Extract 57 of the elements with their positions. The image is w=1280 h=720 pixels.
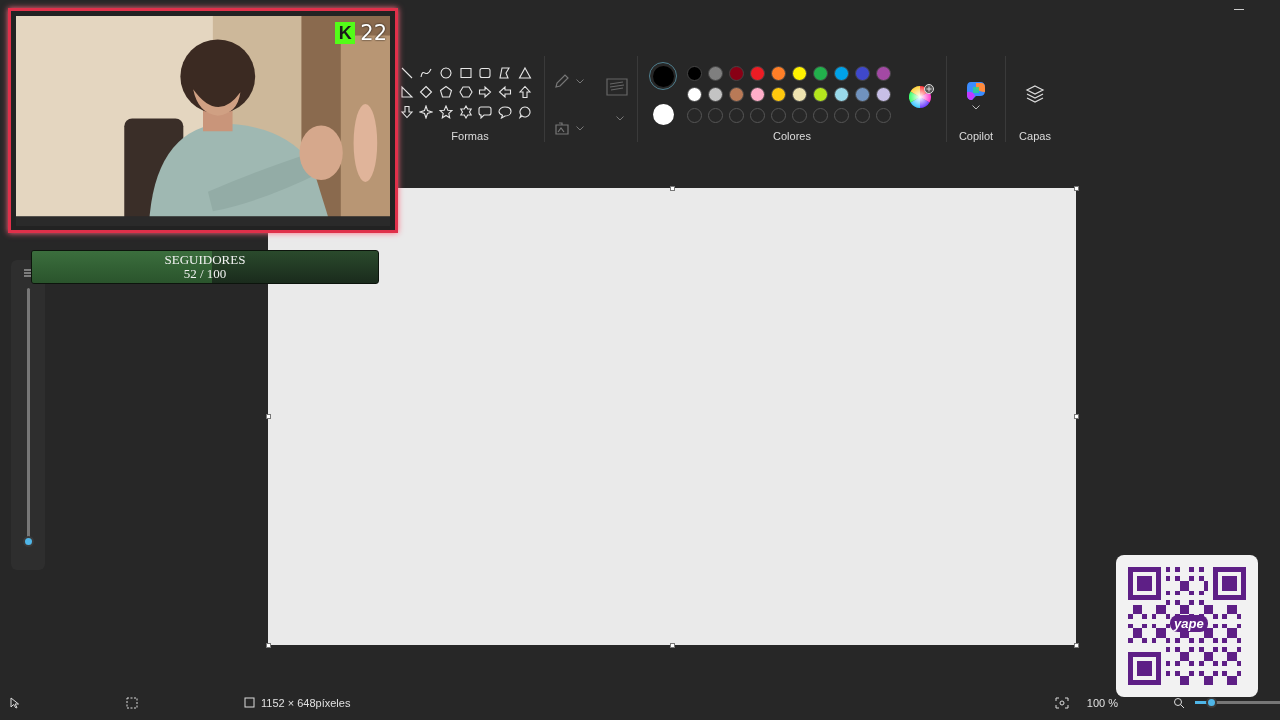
color-swatch[interactable] [687,87,702,102]
resize-handle[interactable] [1073,185,1079,191]
color-swatch[interactable] [876,66,891,81]
color-swatch[interactable] [792,87,807,102]
canvas-size: 1152 × 648píxeles [261,696,351,709]
color-swatch[interactable] [708,66,723,81]
outline-pen-icon[interactable] [554,73,570,89]
color-swatch[interactable] [750,87,765,102]
color-swatch[interactable] [855,87,870,102]
resize-handle[interactable] [1073,642,1079,648]
resize-handle[interactable] [265,642,271,648]
zoom-level[interactable]: 100 % [1086,696,1118,709]
color-swatch[interactable] [729,87,744,102]
canvas-size-icon [244,697,255,708]
slider-thumb[interactable] [22,535,34,547]
color-swatch[interactable] [750,66,765,81]
platform-logo: K [335,22,356,44]
chevron-down-icon[interactable] [576,78,584,84]
pointer-icon [10,696,20,709]
layers-icon[interactable] [1025,84,1045,104]
brush-size-icon [23,268,33,278]
group-label: Colores [773,130,811,142]
chevron-down-icon [972,105,980,110]
resize-handle[interactable] [265,414,271,419]
minimize-icon[interactable] [1234,9,1244,11]
chevron-down-icon[interactable] [616,115,624,121]
resize-handle[interactable] [1073,414,1079,419]
color-swatch[interactable] [792,66,807,81]
resize-handle[interactable] [669,642,675,648]
color-swatch[interactable] [855,66,870,81]
color-swatch[interactable] [834,66,849,81]
color-swatch[interactable] [708,87,723,102]
fit-to-window-icon[interactable] [1054,696,1069,709]
group-label: Formas [451,130,489,142]
chevron-down-icon[interactable] [576,125,584,131]
selection-icon [126,696,138,709]
fill-picture-icon[interactable] [554,120,570,136]
logo-text: yape [1170,615,1208,632]
color-swatch[interactable] [876,87,891,102]
four-point-star-icon[interactable] [416,102,436,121]
color-wheel-icon[interactable] [909,84,935,110]
viewer-count: 22 [360,21,387,45]
group-label: Capas [1019,130,1051,142]
goal-label: SEGUIDORES [164,253,246,267]
color-swatch[interactable] [771,66,786,81]
resize-handle[interactable] [669,185,675,191]
copilot-button[interactable] [965,80,987,110]
colorful-logo-icon [965,80,987,102]
group-label: Copilot [958,130,994,142]
color-swatch[interactable] [834,87,849,102]
goal-count: 52 / 100 [183,267,227,281]
color-swatch[interactable] [813,87,828,102]
zoom-out-icon[interactable] [1173,696,1185,709]
color-swatch[interactable] [729,66,744,81]
color-swatch[interactable] [813,66,828,81]
color-swatch[interactable] [771,87,786,102]
color-swatch[interactable] [687,66,702,81]
